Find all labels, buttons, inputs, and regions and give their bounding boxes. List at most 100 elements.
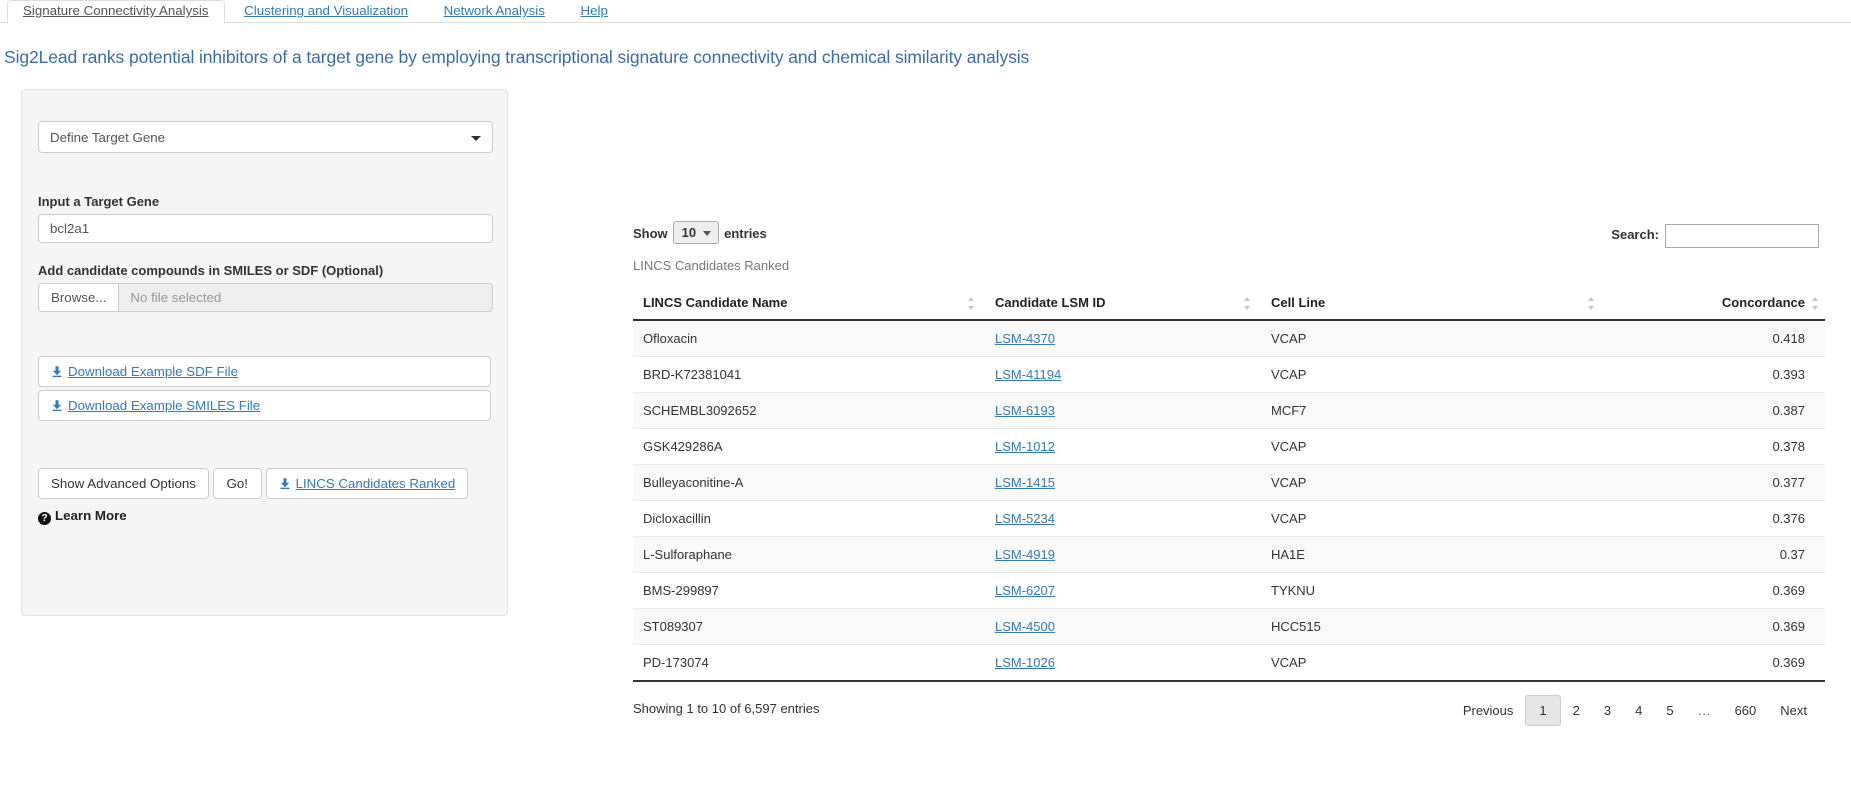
input-panel: Define Target Gene Input a Target Gene A… bbox=[21, 89, 508, 616]
sort-icon bbox=[1588, 297, 1595, 310]
table-row: Ofloxacin LSM-4370 VCAP 0.418 bbox=[633, 319, 1825, 357]
learn-more-link[interactable]: ? Learn More bbox=[38, 507, 491, 525]
entries-per-page-select[interactable]: 10 bbox=[672, 221, 720, 244]
question-circle-icon: ? bbox=[38, 512, 51, 525]
results-region: Show 10 entries Search: LINCS Candidates R… bbox=[633, 89, 1825, 731]
cell-cell-line: VCAP bbox=[1261, 464, 1605, 501]
pagination-page-3[interactable]: 3 bbox=[1592, 696, 1623, 725]
cell-candidate-name: GSK429286A bbox=[633, 428, 985, 465]
table-caption: LINCS Candidates Ranked bbox=[633, 258, 790, 273]
cell-lsm-id: LSM-6207 bbox=[985, 572, 1261, 609]
cell-concordance: 0.378 bbox=[1605, 428, 1825, 465]
main-tabbar: Signature Connectivity Analysis Clusteri… bbox=[0, 0, 1851, 24]
cell-lsm-id: LSM-1012 bbox=[985, 428, 1261, 465]
sort-icon bbox=[1244, 297, 1251, 310]
cell-candidate-name: Ofloxacin bbox=[633, 319, 985, 357]
lsm-id-link[interactable]: LSM-1026 bbox=[995, 655, 1055, 670]
lsm-id-link[interactable]: LSM-4500 bbox=[995, 619, 1055, 634]
column-header-label: LINCS Candidate Name bbox=[643, 295, 788, 310]
table-row: Dicloxacillin LSM-5234 VCAP 0.376 bbox=[633, 500, 1825, 537]
cell-candidate-name: PD-173074 bbox=[633, 644, 985, 682]
cell-concordance: 0.377 bbox=[1605, 464, 1825, 501]
lsm-id-link[interactable]: LSM-6207 bbox=[995, 583, 1055, 598]
lsm-id-link[interactable]: LSM-4919 bbox=[995, 547, 1055, 562]
column-header-cell-line[interactable]: Cell Line bbox=[1261, 287, 1605, 321]
page-title: Sig2Lead ranks potential inhibitors of a… bbox=[4, 47, 1030, 67]
pagination-page-4[interactable]: 4 bbox=[1623, 696, 1654, 725]
cell-candidate-name: BMS-299897 bbox=[633, 572, 985, 609]
cell-lsm-id: LSM-4500 bbox=[985, 608, 1261, 645]
showing-entries-info: Showing 1 to 10 of 6,597 entries bbox=[633, 701, 820, 716]
cell-lsm-id: LSM-1026 bbox=[985, 644, 1261, 682]
lsm-id-link[interactable]: LSM-1415 bbox=[995, 475, 1055, 490]
pagination-previous[interactable]: Previous bbox=[1451, 696, 1526, 725]
tab-network-analysis[interactable]: Network Analysis bbox=[428, 0, 561, 23]
table-footer: Showing 1 to 10 of 6,597 entries Previou… bbox=[633, 695, 1825, 731]
column-header-candidate-lsm-id[interactable]: Candidate LSM ID bbox=[985, 287, 1261, 321]
learn-more-label: Learn More bbox=[55, 508, 127, 523]
column-header-lincs-candidate-name[interactable]: LINCS Candidate Name bbox=[633, 287, 985, 321]
mode-select[interactable]: Define Target Gene bbox=[38, 121, 493, 153]
tab-clustering-and-visualization[interactable]: Clustering and Visualization bbox=[228, 0, 424, 23]
cell-concordance: 0.393 bbox=[1605, 356, 1825, 393]
lsm-id-link[interactable]: LSM-4370 bbox=[995, 331, 1055, 346]
sort-icon bbox=[968, 297, 975, 310]
pagination-ellipsis: … bbox=[1697, 703, 1711, 718]
show-advanced-options-button[interactable]: Show Advanced Options bbox=[38, 468, 209, 499]
cell-candidate-name: Dicloxacillin bbox=[633, 500, 985, 537]
cell-candidate-name: BRD-K72381041 bbox=[633, 356, 985, 393]
search-input[interactable] bbox=[1665, 223, 1819, 248]
download-examples-group: Download Example SDF File Download Examp… bbox=[38, 356, 491, 421]
cell-lsm-id: LSM-4919 bbox=[985, 536, 1261, 573]
lsm-id-link[interactable]: LSM-5234 bbox=[995, 511, 1055, 526]
entries-label: entries bbox=[724, 226, 767, 241]
column-header-concordance[interactable]: Concordance bbox=[1605, 287, 1825, 321]
cell-lsm-id: LSM-6193 bbox=[985, 392, 1261, 429]
file-upload-row[interactable]: Browse... No file selected bbox=[38, 283, 493, 312]
table-row: Bulleyaconitine-A LSM-1415 VCAP 0.377 bbox=[633, 464, 1825, 501]
compounds-label: Add candidate compounds in SMILES or SDF… bbox=[38, 263, 384, 278]
lsm-id-link[interactable]: LSM-6193 bbox=[995, 403, 1055, 418]
column-header-label: Cell Line bbox=[1271, 295, 1326, 310]
cell-cell-line: VCAP bbox=[1261, 500, 1605, 537]
tab-signature-connectivity-analysis[interactable]: Signature Connectivity Analysis bbox=[7, 0, 225, 24]
table-body: Ofloxacin LSM-4370 VCAP 0.418 BRD-K72381… bbox=[633, 319, 1825, 682]
cell-cell-line: HA1E bbox=[1261, 536, 1605, 573]
mode-select-value: Define Target Gene bbox=[50, 130, 166, 145]
lsm-id-link[interactable]: LSM-1012 bbox=[995, 439, 1055, 454]
pagination-page-1[interactable]: 1 bbox=[1525, 695, 1561, 726]
file-status-text: No file selected bbox=[119, 284, 492, 311]
download-example-smiles-label: Download Example SMILES File bbox=[68, 398, 261, 413]
lincs-candidates-ranked-download-button[interactable]: LINCS Candidates Ranked bbox=[265, 468, 469, 499]
pagination-page-660[interactable]: 660 bbox=[1723, 696, 1769, 725]
lincs-candidates-table: LINCS Candidate Name Candidate LSM ID Ce… bbox=[633, 287, 1825, 682]
chevron-down-icon bbox=[471, 136, 481, 141]
cell-concordance: 0.387 bbox=[1605, 392, 1825, 429]
go-button[interactable]: Go! bbox=[212, 468, 262, 499]
download-example-sdf-button[interactable]: Download Example SDF File bbox=[38, 356, 491, 387]
column-header-label: Concordance bbox=[1721, 295, 1805, 310]
browse-button[interactable]: Browse... bbox=[39, 284, 120, 311]
download-example-smiles-button[interactable]: Download Example SMILES File bbox=[38, 390, 491, 421]
lsm-id-link[interactable]: LSM-41194 bbox=[995, 367, 1061, 382]
target-gene-input[interactable] bbox=[38, 214, 493, 243]
cell-cell-line: HCC515 bbox=[1261, 608, 1605, 645]
sort-icon bbox=[1812, 297, 1819, 310]
search-label: Search: bbox=[1611, 227, 1659, 242]
cell-concordance: 0.376 bbox=[1605, 500, 1825, 537]
cell-candidate-name: L-Sulforaphane bbox=[633, 536, 985, 573]
pagination-next[interactable]: Next bbox=[1768, 696, 1819, 725]
table-row: GSK429286A LSM-1012 VCAP 0.378 bbox=[633, 428, 1825, 465]
pagination-page-2[interactable]: 2 bbox=[1561, 696, 1592, 725]
download-example-sdf-label: Download Example SDF File bbox=[68, 364, 238, 379]
cell-candidate-name: ST089307 bbox=[633, 608, 985, 645]
show-label: Show bbox=[633, 226, 668, 241]
cell-lsm-id: LSM-1415 bbox=[985, 464, 1261, 501]
cell-cell-line: VCAP bbox=[1261, 428, 1605, 465]
table-row: SCHEMBL3092652 LSM-6193 MCF7 0.387 bbox=[633, 392, 1825, 429]
cell-lsm-id: LSM-41194 bbox=[985, 356, 1261, 393]
tab-help[interactable]: Help bbox=[565, 0, 624, 23]
cell-concordance: 0.369 bbox=[1605, 644, 1825, 682]
cell-concordance: 0.369 bbox=[1605, 608, 1825, 645]
pagination-page-5[interactable]: 5 bbox=[1654, 696, 1685, 725]
